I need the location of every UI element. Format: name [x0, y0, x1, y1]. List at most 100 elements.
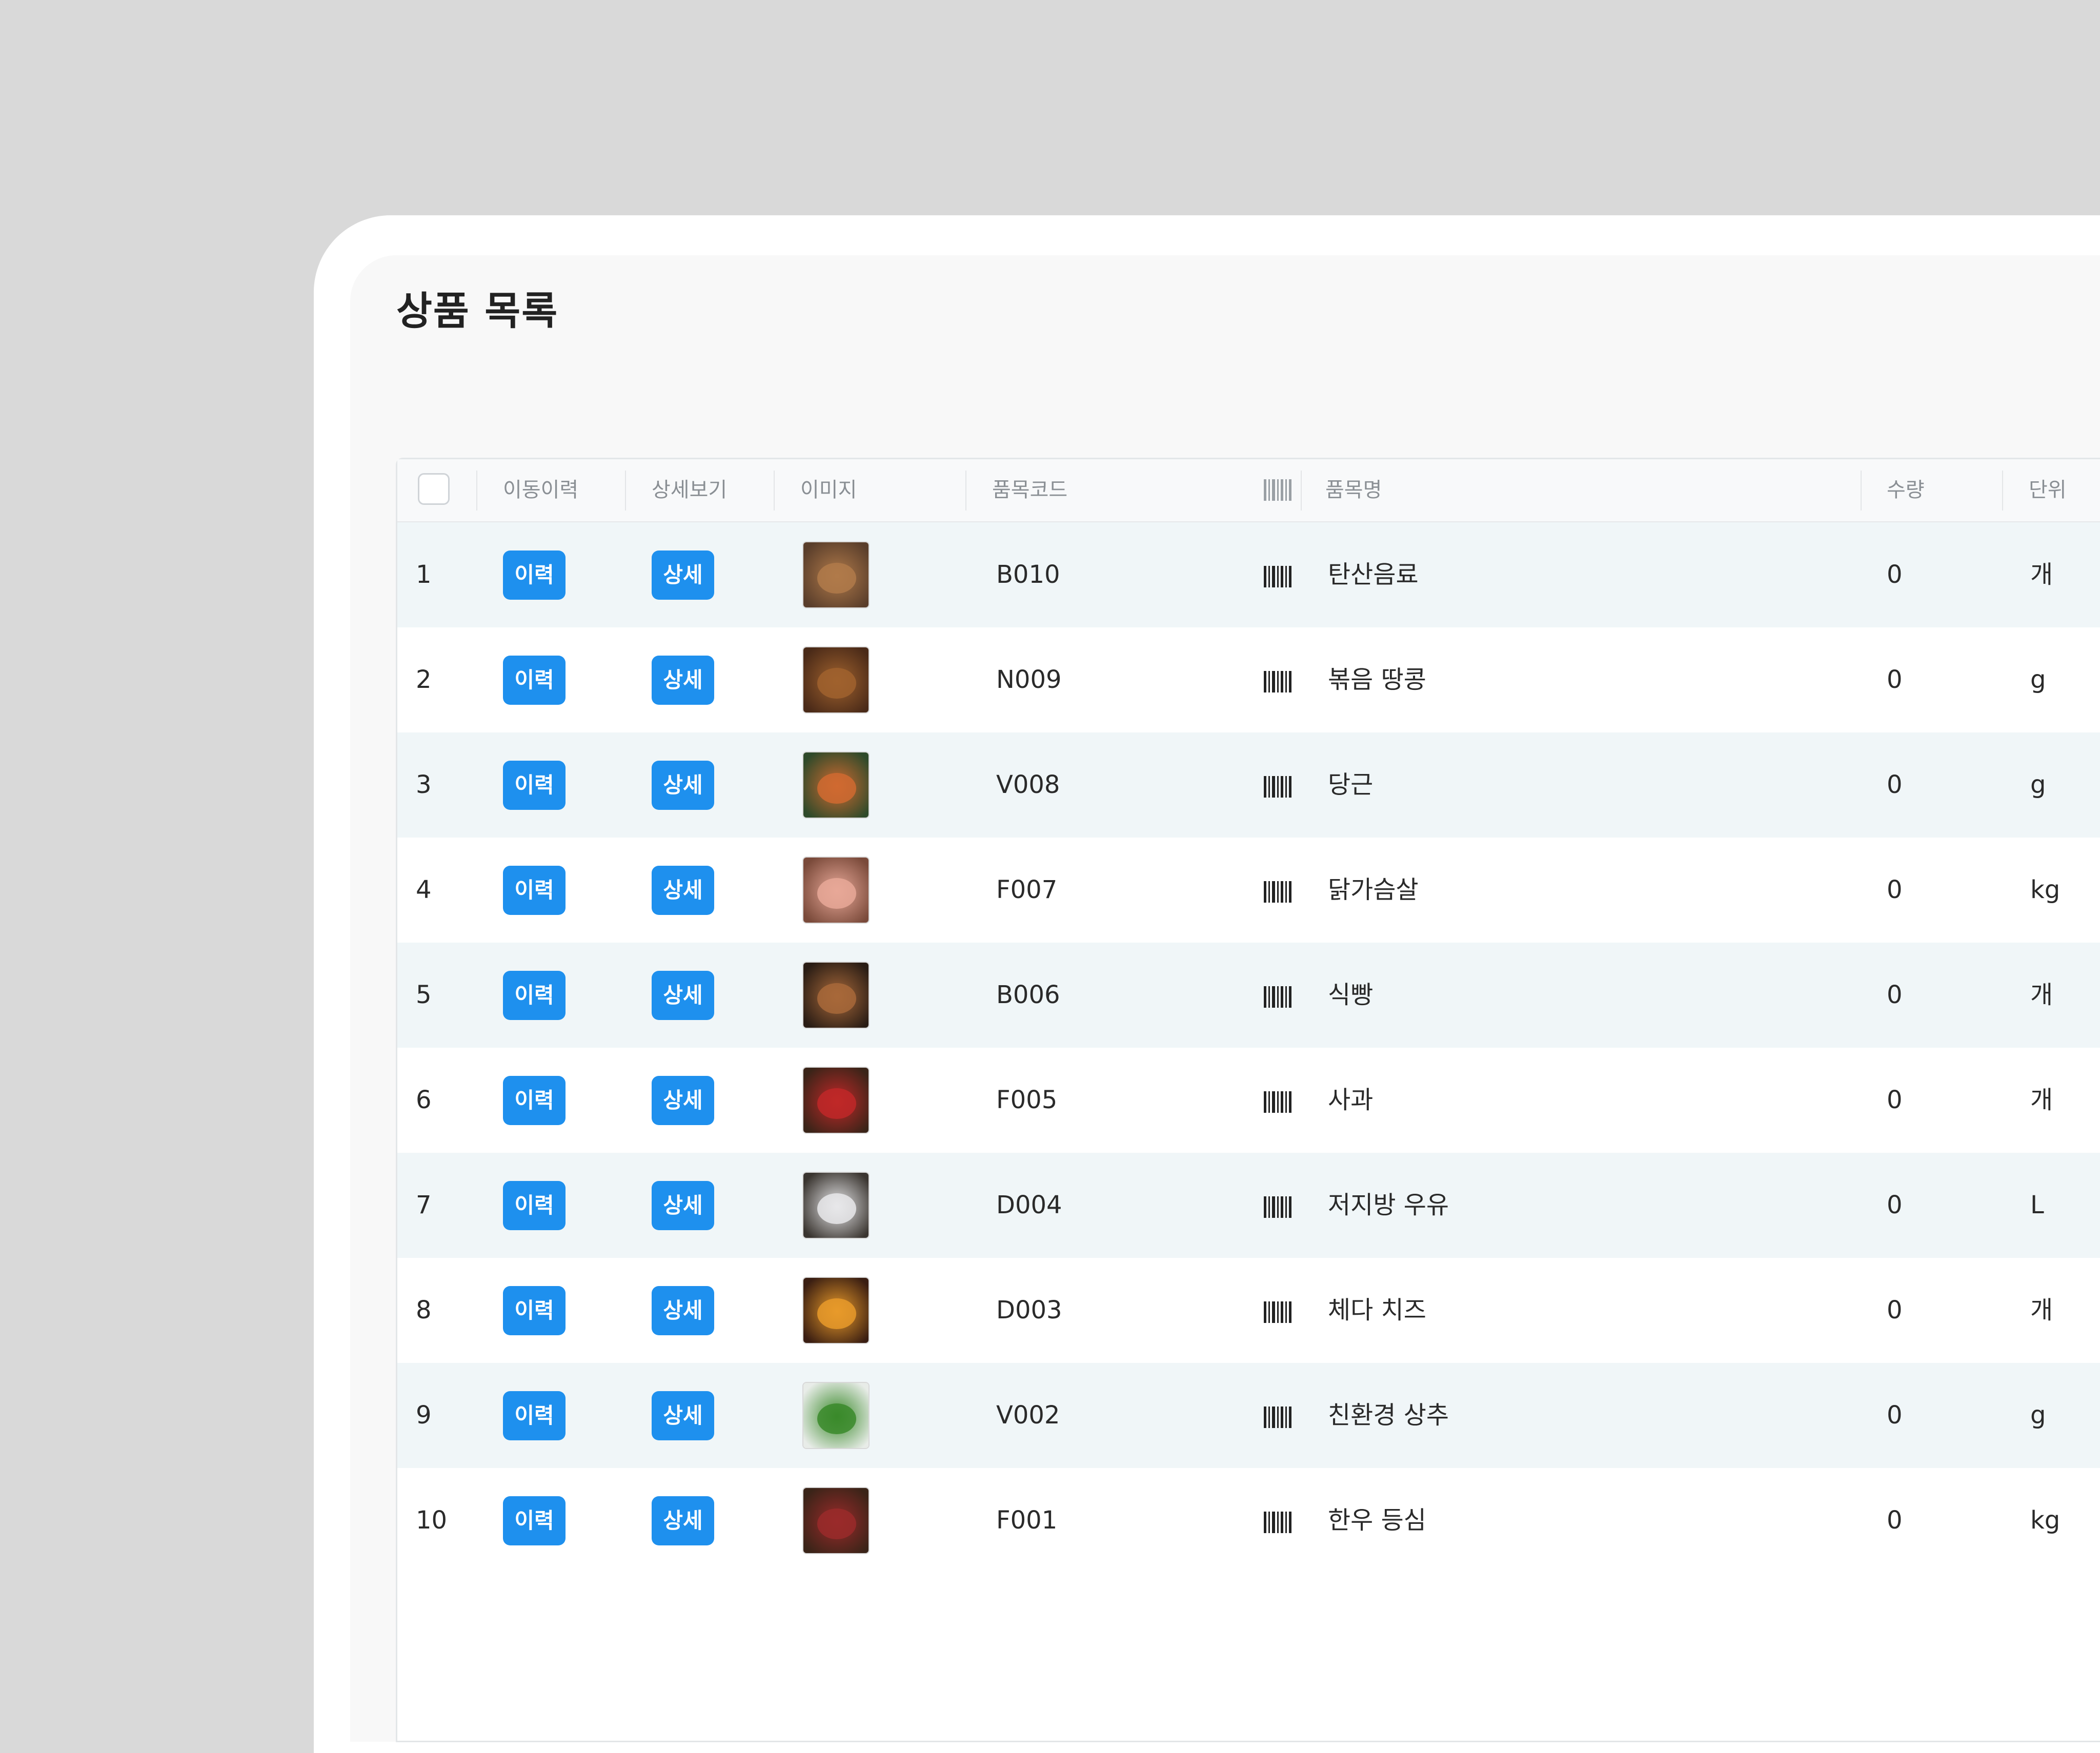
detail-button[interactable]: 상세 [652, 866, 714, 915]
barcode-icon[interactable] [1264, 1301, 1291, 1323]
barcode-icon[interactable] [1264, 671, 1291, 692]
row-number: 3 [416, 770, 432, 799]
product-code: B006 [996, 981, 1060, 1009]
header-unit[interactable]: 단위 [2029, 459, 2067, 521]
barcode-icon[interactable] [1264, 1196, 1291, 1218]
product-image[interactable] [802, 1067, 870, 1134]
detail-button[interactable]: 상세 [652, 1181, 714, 1230]
product-name: 식빵 [1328, 981, 1374, 1009]
row-number: 8 [416, 1296, 432, 1324]
table-row[interactable]: 5 이력 상세 B006 식빵 0 개 [397, 943, 2100, 1048]
detail-button[interactable]: 상세 [652, 1496, 714, 1545]
product-image[interactable] [802, 962, 870, 1029]
column-separator [2002, 471, 2003, 511]
product-name: 사과 [1328, 1086, 1374, 1114]
detail-button[interactable]: 상세 [652, 971, 714, 1020]
product-unit: g [2030, 665, 2046, 694]
detail-button[interactable]: 상세 [652, 656, 714, 705]
product-code: F001 [996, 1506, 1058, 1535]
detail-button[interactable]: 상세 [652, 1076, 714, 1125]
product-image[interactable] [802, 1172, 870, 1239]
product-quantity: 0 [1887, 875, 1903, 904]
page-title: 상품 목록 [396, 288, 559, 334]
table-row[interactable]: 6 이력 상세 F005 사과 0 개 [397, 1048, 2100, 1153]
header-qty[interactable]: 수량 [1887, 459, 1925, 521]
header-name[interactable]: 품목명 [1325, 459, 1382, 521]
header-code[interactable]: 품목코드 [992, 459, 1067, 521]
product-image[interactable] [802, 646, 870, 714]
table-row[interactable]: 8 이력 상세 D003 체다 치즈 0 개 [397, 1258, 2100, 1363]
history-button[interactable]: 이력 [503, 1076, 566, 1125]
table-row[interactable]: 2 이력 상세 N009 볶음 땅콩 0 g [397, 627, 2100, 732]
header-image[interactable]: 이미지 [800, 459, 857, 521]
product-image[interactable] [802, 751, 870, 819]
product-code: N009 [996, 665, 1062, 694]
barcode-icon[interactable] [1264, 1407, 1291, 1428]
table-row[interactable]: 1 이력 상세 B010 탄산음료 0 개 [397, 522, 2100, 627]
row-number: 7 [416, 1191, 432, 1219]
product-name: 저지방 우유 [1328, 1191, 1449, 1219]
history-button[interactable]: 이력 [503, 1496, 566, 1545]
product-quantity: 0 [1887, 1296, 1903, 1324]
product-table: 이동이력 상세보기 이미지 품목코드 품목명 수량 단위 1 이력 상세 B01… [396, 458, 2100, 1742]
table-row[interactable]: 9 이력 상세 V002 친환경 상추 0 g [397, 1363, 2100, 1468]
product-name: 닭가슴살 [1328, 875, 1419, 904]
history-button[interactable]: 이력 [503, 656, 566, 705]
column-separator [774, 471, 775, 511]
product-quantity: 0 [1887, 1191, 1903, 1219]
history-button[interactable]: 이력 [503, 1286, 566, 1335]
product-unit: L [2030, 1191, 2044, 1219]
history-button[interactable]: 이력 [503, 551, 566, 600]
table-row[interactable]: 10 이력 상세 F001 한우 등심 0 kg [397, 1468, 2100, 1573]
product-quantity: 0 [1887, 665, 1903, 694]
detail-button[interactable]: 상세 [652, 551, 714, 600]
product-unit: g [2030, 770, 2046, 799]
product-code: V008 [996, 770, 1060, 799]
barcode-icon[interactable] [1264, 776, 1291, 798]
barcode-icon[interactable] [1264, 881, 1291, 903]
product-quantity: 0 [1887, 770, 1903, 799]
product-quantity: 0 [1887, 1401, 1903, 1430]
history-button[interactable]: 이력 [503, 866, 566, 915]
history-button[interactable]: 이력 [503, 1391, 566, 1440]
product-name: 당근 [1328, 770, 1374, 799]
select-all-checkbox[interactable] [418, 473, 450, 505]
product-image[interactable] [802, 1277, 870, 1344]
product-quantity: 0 [1887, 1086, 1903, 1114]
row-number: 9 [416, 1401, 432, 1430]
header-detail[interactable]: 상세보기 [652, 459, 727, 521]
table-row[interactable]: 3 이력 상세 V008 당근 0 g [397, 732, 2100, 838]
column-separator [1301, 471, 1302, 511]
history-button[interactable]: 이력 [503, 761, 566, 810]
header-history[interactable]: 이동이력 [503, 459, 578, 521]
barcode-icon[interactable] [1264, 1512, 1291, 1533]
detail-button[interactable]: 상세 [652, 761, 714, 810]
product-image[interactable] [802, 857, 870, 924]
product-name: 탄산음료 [1328, 560, 1419, 589]
product-unit: 개 [2030, 560, 2053, 589]
product-code: V002 [996, 1401, 1060, 1430]
product-unit: 개 [2030, 981, 2053, 1009]
product-unit: 개 [2030, 1086, 2053, 1114]
table-row[interactable]: 4 이력 상세 F007 닭가슴살 0 kg [397, 838, 2100, 943]
barcode-icon [1264, 479, 1291, 501]
product-image[interactable] [802, 1487, 870, 1554]
barcode-icon[interactable] [1264, 566, 1291, 587]
history-button[interactable]: 이력 [503, 1181, 566, 1230]
history-button[interactable]: 이력 [503, 971, 566, 1020]
table-header: 이동이력 상세보기 이미지 품목코드 품목명 수량 단위 [397, 459, 2100, 522]
product-image[interactable] [802, 1382, 870, 1449]
row-number: 5 [416, 981, 432, 1009]
detail-button[interactable]: 상세 [652, 1286, 714, 1335]
row-number: 6 [416, 1086, 432, 1114]
barcode-icon[interactable] [1264, 986, 1291, 1008]
product-code: D003 [996, 1296, 1062, 1324]
table-row[interactable]: 7 이력 상세 D004 저지방 우유 0 L [397, 1153, 2100, 1258]
product-image[interactable] [802, 541, 870, 608]
product-quantity: 0 [1887, 981, 1903, 1009]
product-unit: 개 [2030, 1296, 2053, 1324]
barcode-icon[interactable] [1264, 1091, 1291, 1113]
row-number: 10 [416, 1506, 448, 1535]
detail-button[interactable]: 상세 [652, 1391, 714, 1440]
product-code: D004 [996, 1191, 1062, 1219]
